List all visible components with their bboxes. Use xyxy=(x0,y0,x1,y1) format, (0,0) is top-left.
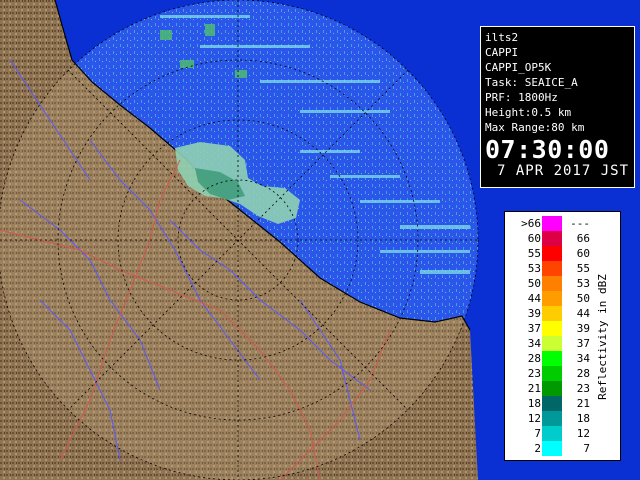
prf-label: PRF: 1800Hz xyxy=(485,91,558,104)
observation-time: 07:30:00 xyxy=(485,135,610,164)
legend-color-swatch xyxy=(542,246,562,261)
legend-row: 37 39 xyxy=(505,321,610,336)
legend-low-value: 28 xyxy=(527,352,541,365)
legend-color-swatch xyxy=(542,396,562,411)
legend-high-value: 37 xyxy=(576,337,590,350)
legend-high-value: 53 xyxy=(576,277,590,290)
legend-high-value: 18 xyxy=(576,412,590,425)
legend-high-value: 7 xyxy=(583,442,590,455)
legend-low-value: 12 xyxy=(527,412,541,425)
legend-color-swatch xyxy=(542,351,562,366)
legend-color-swatch xyxy=(542,276,562,291)
legend-low-value: 55 xyxy=(527,247,541,260)
legend-low-value: >66 xyxy=(521,217,541,230)
legend-high-value: 44 xyxy=(576,307,590,320)
legend-high-value: 66 xyxy=(576,232,590,245)
legend-color-swatch xyxy=(542,261,562,276)
site-name: ilts2 xyxy=(485,31,519,44)
legend-low-value: 21 xyxy=(527,382,541,395)
legend-high-value: 39 xyxy=(576,322,590,335)
legend-row: 60 66 xyxy=(505,231,610,246)
legend-low-value: 7 xyxy=(534,427,541,440)
legend-row: >66 --- xyxy=(505,216,610,231)
legend-color-swatch xyxy=(542,231,562,246)
task-label: Task: SEAICE_A xyxy=(485,76,578,89)
legend-row: 53 55 xyxy=(505,261,610,276)
legend-color-swatch xyxy=(542,381,562,396)
legend-color-swatch xyxy=(542,426,562,441)
legend-color-swatch xyxy=(542,216,562,231)
legend-high-value: 50 xyxy=(576,292,590,305)
legend-row: 44 50 xyxy=(505,291,610,306)
legend-row: 12 18 xyxy=(505,411,610,426)
legend-low-value: 18 xyxy=(527,397,541,410)
legend-high-value: 21 xyxy=(576,397,590,410)
max-range-label: Max Range:80 km xyxy=(485,121,585,134)
legend-row: 55 60 xyxy=(505,246,610,261)
product-name: CAPPI xyxy=(485,46,519,59)
legend-row: 50 53 xyxy=(505,276,610,291)
legend-low-value: 37 xyxy=(527,322,541,335)
legend-row: 28 34 xyxy=(505,351,610,366)
legend-low-value: 23 xyxy=(527,367,541,380)
legend-low-value: 50 xyxy=(527,277,541,290)
legend-high-value: 60 xyxy=(576,247,590,260)
legend-color-swatch xyxy=(542,291,562,306)
legend-row: 23 28 xyxy=(505,366,610,381)
legend-high-value: 34 xyxy=(576,352,590,365)
legend-low-value: 44 xyxy=(527,292,541,305)
legend-row: 27 xyxy=(505,441,610,456)
reflectivity-legend: >66 --- 60 66 55 60 53 55 50 53 44 50 39 44 37 39 34 37 28… xyxy=(504,211,621,461)
legend-low-value: 34 xyxy=(527,337,541,350)
observation-date: 7 APR 2017 JST xyxy=(497,163,630,179)
height-label: Height:0.5 km xyxy=(485,106,572,119)
legend-low-value: 53 xyxy=(527,262,541,275)
legend-low-value: 2 xyxy=(534,442,541,455)
legend-row: 18 21 xyxy=(505,396,610,411)
legend-color-swatch xyxy=(542,321,562,336)
product-detail: CAPPI_OP5K xyxy=(485,61,552,74)
legend-color-swatch xyxy=(542,411,562,426)
legend-high-value: 28 xyxy=(576,367,590,380)
legend-row: 7 12 xyxy=(505,426,610,441)
legend-row: 21 23 xyxy=(505,381,610,396)
legend-color-swatch xyxy=(542,441,562,456)
legend-row: 34 37 xyxy=(505,336,610,351)
legend-high-value: --- xyxy=(570,217,590,230)
legend-title: Reflectivity in dBZ xyxy=(596,274,609,400)
legend-high-value: 55 xyxy=(576,262,590,275)
legend-color-swatch xyxy=(542,306,562,321)
legend-low-value: 39 xyxy=(527,307,541,320)
legend-color-swatch xyxy=(542,366,562,381)
legend-high-value: 23 xyxy=(576,382,590,395)
legend-high-value: 12 xyxy=(576,427,590,440)
legend-color-swatch xyxy=(542,336,562,351)
legend-row: 39 44 xyxy=(505,306,610,321)
legend-low-value: 60 xyxy=(527,232,541,245)
info-panel: ilts2 CAPPI CAPPI_OP5K Task: SEAICE_A PR… xyxy=(480,26,635,188)
